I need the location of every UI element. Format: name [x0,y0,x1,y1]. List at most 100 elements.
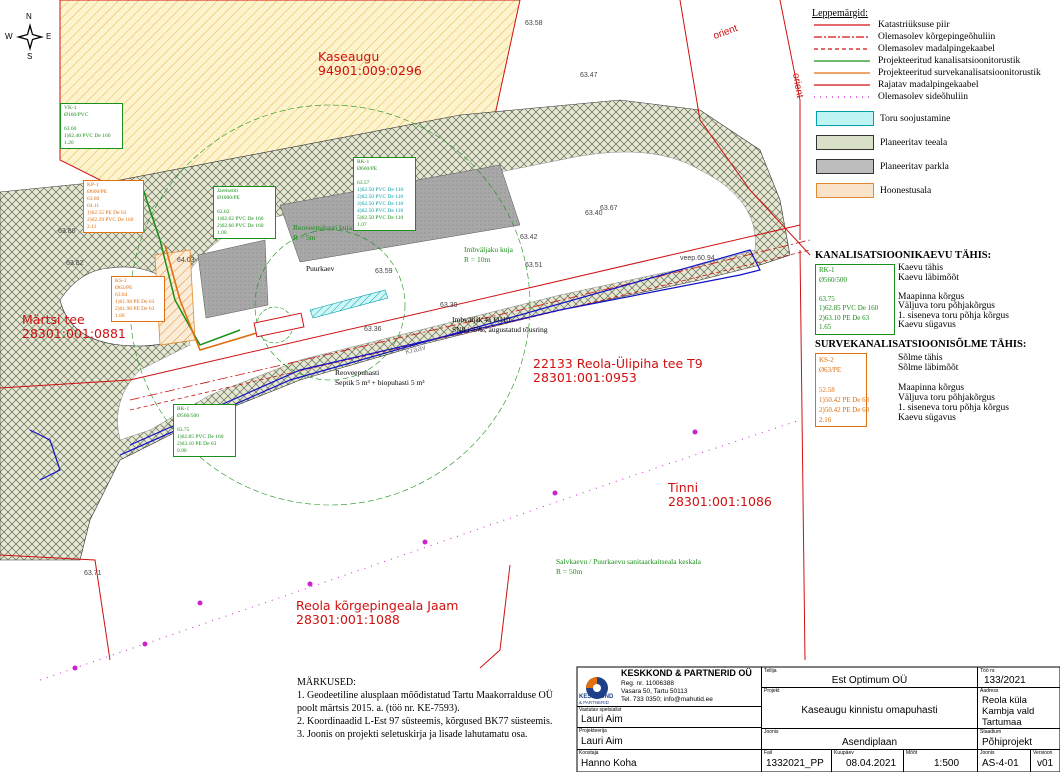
legend-line-label: Olemasolev kõrgepingeõhuliin [878,32,996,42]
note-line: 1. Geodeetiline alusplaan mõõdistatud Ta… [297,690,553,701]
kanal-sample-box: RK-1 Ø560/500 63.75 1)62.85 PVC De 160 2)63… [815,264,895,335]
kuupaev-value: 08.04.2021 [846,758,897,769]
joonisnr-caption: Joonis [980,750,995,756]
legend-line-label: Projekteeritud kanalisatsioonitorustik [878,56,1021,66]
parcel-kaseaugu-code: 94901:009:0296 [318,63,422,78]
tellija-caption: Tellija [764,668,777,674]
legend-line-label: Rajatav madalpingekaabel [878,80,979,90]
joonis-caption: Joonis [764,729,779,735]
telecom-line [39,419,801,681]
joonisnr-value: AS-4-01 [982,758,1019,769]
callout-vk1: VK-1 Ø160/PVC 63.60 1)62.40 PVC De 160 1.20 [60,103,123,149]
notes-title: MÄRKUSED: [297,677,356,688]
legend-line-swatch [814,84,870,86]
legend-area-swatch [816,159,874,174]
elevation: 63.36 [364,326,382,333]
surve-sample-box: KS-2 Ø63/PE 52.58 1)50.42 PE De 63 2)50.42 … [815,353,869,427]
legend-title: Leppemärgid: [812,8,868,19]
label-septik: Septik 5 m³ + biopuhasti 5 m³ [335,378,425,387]
staadium-value: Põhiprojekt [982,737,1033,748]
note-line: 2. Koordinaadid L-Est 97 süsteemis, kõrg… [297,716,553,727]
titleblock: KESKKOND & PARTNERID OÜ Reg. nr. 1100638… [577,667,1060,772]
elevation: 63.82 [66,260,84,267]
elevation: 64.03 [177,257,195,264]
label-r5: R = 5m [293,233,316,242]
parcel-martsi-name: Märtsi tee [22,312,85,327]
aadress-caption: Aadress [980,688,999,694]
projekteerija-value: Lauri Aim [581,736,623,747]
fail-caption: Fail [764,750,773,756]
parcel-alajaam-code: 28301:001:1088 [296,612,400,627]
parcel-reola-code: 28301:001:0953 [533,370,637,385]
telecom-poles [72,429,698,671]
logo-subtext: & PARTNERID [579,700,609,705]
legend-area-item: Planeeritav teeala [812,135,1057,150]
vastutav-caption: Vastutav spetsialist [579,707,622,713]
legend-line-swatch [814,60,870,62]
legend-line-label: Olemasolev madalpingekaabel [878,44,995,54]
legend-area-swatch [816,111,874,126]
label-r10: R = 10m [464,255,491,264]
legend-line-item: Projekteeritud survekanalisatsioonitorus… [812,67,1057,79]
legend-line-item: Olemasolev kõrgepingeõhuliin [812,31,1057,43]
kuupaev-caption: Kuupäev [834,750,854,756]
legend-line-item: Olemasolev madalpingekaabel [812,43,1057,55]
kanal-desc: Kaevu tähis Kaevu läbimõõt Maapinna kõrgu… [898,263,1009,330]
cadastral-line [479,564,511,669]
compass-s: S [27,52,33,61]
legend-line-swatch [814,96,870,98]
elevation: 63.40 [585,210,603,217]
legend-area-label: Planeeritav parkla [880,161,949,172]
elevation: 63.51 [525,262,543,269]
projekt-caption: Projekt [764,688,780,694]
compass-rose [16,23,44,51]
elevation: 63.80 [58,228,76,235]
moot-value: 1:500 [934,758,960,769]
legend-area-item: Planeeritav parkla [812,159,1057,174]
versioon-caption: Versioon [1033,750,1053,756]
projekteerija-caption: Projekteerija [579,728,607,734]
compass-n: N [26,12,32,21]
legend-line-swatch [814,48,870,50]
tellija-value: Est Optimum OÜ [831,675,908,686]
label-imbvaljak-sub: SN8 i=5‰, augustatud tõusring [452,325,548,334]
surve-desc: Sõlme tähis Sõlme läbimõõt Maapinna kõrgu… [898,353,1009,423]
elevation: 63.71 [84,570,102,577]
surve-title: SURVEKANALISATSIOONISÕLME TÄHIS: [815,339,1027,350]
moot-caption: Mõõt [906,750,918,756]
fail-value: 1332021_PP [766,758,824,769]
projekt-value: Kaseaugu kinnistu omapuhasti [801,705,938,716]
parcel-reola-name: 22133 Reola-Ülipiha tee T9 [533,356,703,371]
callout-rk1-bottom: RK-1 Ø560/500 63.75 1)62.85 PVC De 160 2)63… [173,404,236,457]
legend-area-item: Toru soojustamine [812,111,1057,126]
cadastral-line [779,0,801,240]
toonr-value: 133/2021 [984,675,1026,686]
legend-area-label: Hoonestusala [880,185,932,196]
aadress-value: Reola küla Kambja vald Tartumaa [982,695,1035,728]
callout-jarelsetiti: Järelsetiti Ø1000/PE 63.62 1)62.62 PVC De … [213,186,276,239]
staadium-caption: Staadium [980,729,1002,735]
versioon-value: v01 [1037,758,1054,769]
label-puurkaev: Puurkaev [306,264,335,273]
legend-line-item: Projekteeritud kanalisatsioonitorustik [812,55,1057,67]
legend: Leppemärgid: Katastriüksuse piir Olemasol… [812,8,1057,207]
legend-line-swatch [814,24,870,26]
legend-area-swatch [816,135,874,150]
legend-line-label: Projekteeritud survekanalisatsioonitorus… [878,68,1041,78]
parcel-tinni-name: Tinni [668,480,699,495]
elevation: 63.47 [580,72,598,79]
compass-e: E [46,32,52,41]
toonr-caption: Töö nr. [980,668,996,674]
legend-line-item: Rajatav madalpingekaabel [812,79,1057,91]
legend-line-swatch [814,36,870,38]
legend-line-item: Katastriüksuse piir [812,19,1057,31]
kanal-title: KANALISATSIOONIKAEVU TÄHIS: [815,250,992,261]
elevation: 63.39 [440,302,458,309]
compass-w: W [5,32,13,41]
legend-line-swatch [814,72,870,74]
callout-ks2: KS-2 Ø63/PE 63.84 1)61.98 PE De 63 2)61.98 P… [111,276,165,322]
koostaja-caption: Koostaja [579,750,599,756]
legend-line-item: Olemasolev sideõhuliin [812,91,1057,103]
company-contact: Tel. 733 0350; info@mahutid.ee [621,696,713,703]
legend-line-label: Katastriüksuse piir [878,20,950,30]
